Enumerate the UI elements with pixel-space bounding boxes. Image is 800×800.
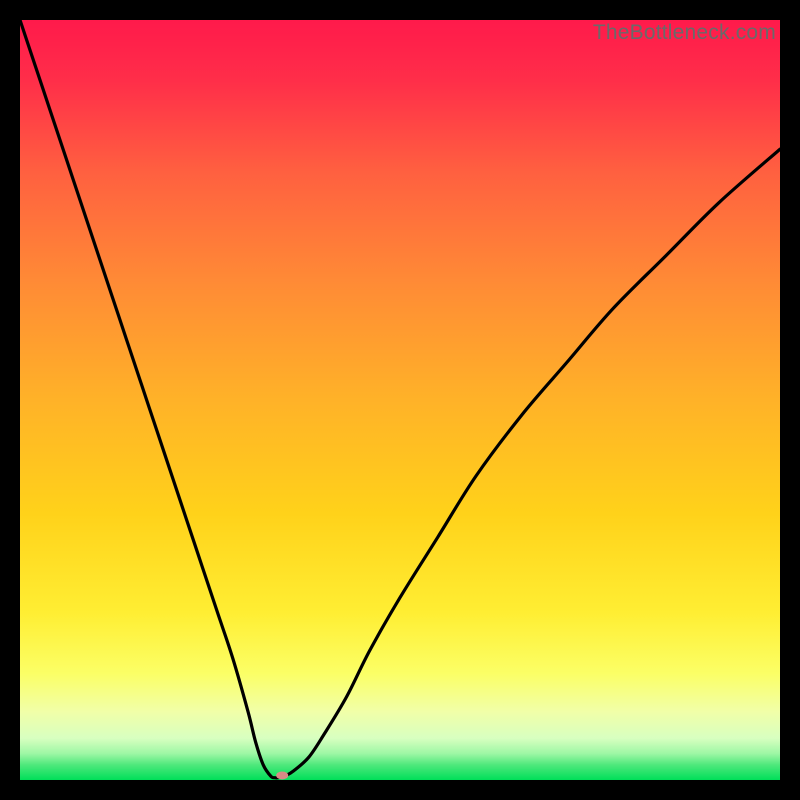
min-point-marker xyxy=(276,771,288,779)
watermark-text: TheBottleneck.com xyxy=(593,21,776,45)
chart-frame: TheBottleneck.com xyxy=(20,20,780,780)
chart-svg xyxy=(20,20,780,780)
gradient-background xyxy=(20,20,780,780)
